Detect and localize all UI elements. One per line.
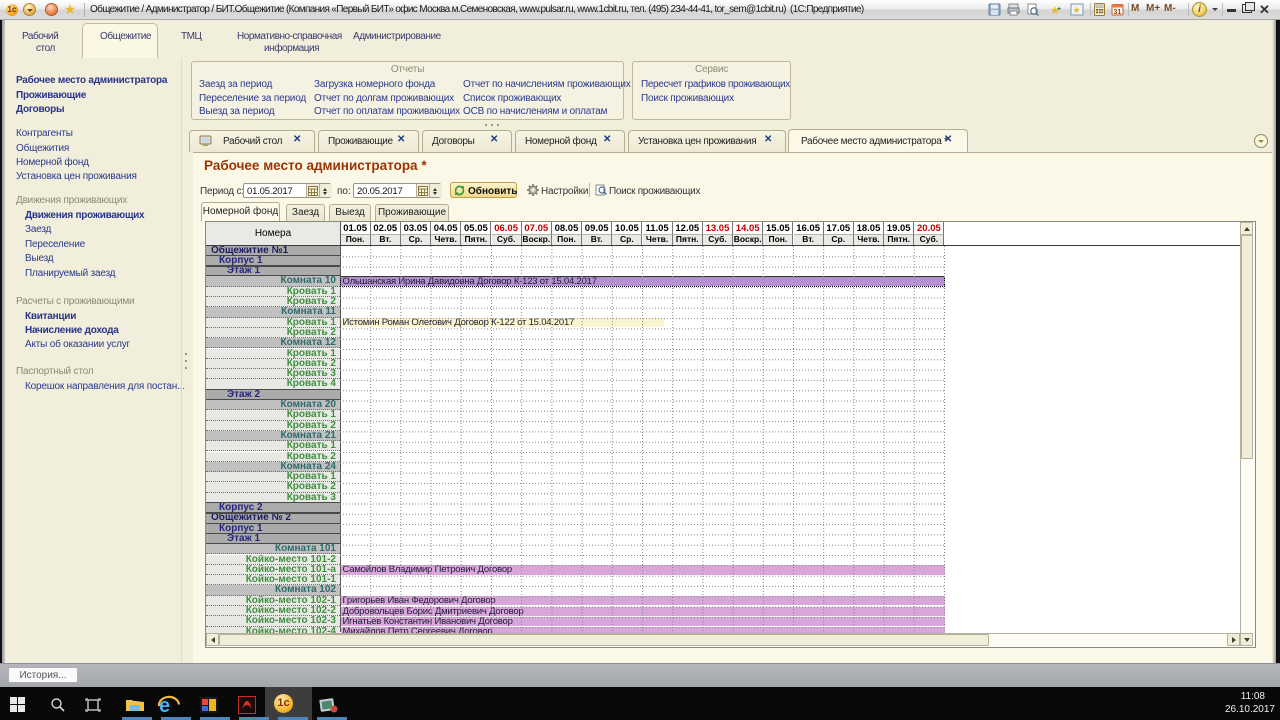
svg-text:★: ★ [1073, 5, 1081, 15]
svg-text:31: 31 [1114, 9, 1122, 16]
svg-text:+: + [1057, 6, 1061, 13]
